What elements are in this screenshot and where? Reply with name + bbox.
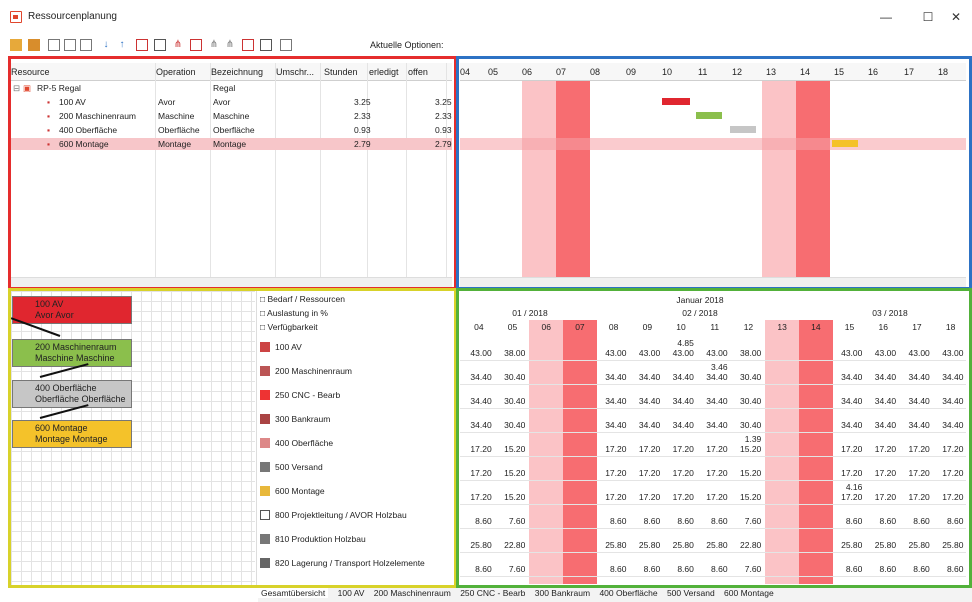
current-options-label: Aktuelle Optionen: bbox=[370, 40, 444, 50]
schedule-icon[interactable] bbox=[190, 39, 202, 51]
open-folder-icon[interactable] bbox=[10, 39, 22, 51]
toolbar: ↓ ↑ ⋔ ⋔ ⋔ Aktuelle Optionen: bbox=[0, 34, 972, 56]
calendar-frame bbox=[456, 288, 972, 588]
split-icon[interactable]: ⋔ bbox=[208, 39, 220, 51]
network-frame bbox=[8, 288, 457, 588]
gantt-frame bbox=[456, 56, 972, 290]
app-window: Ressourcenplanung — ☐ ✕ ↓ ↑ ⋔ ⋔ ⋔ Aktuel… bbox=[0, 0, 972, 602]
tab-400-oberflaeche[interactable]: 400 Oberfläche bbox=[599, 588, 657, 598]
calendar-icon[interactable] bbox=[260, 39, 272, 51]
folder-icon[interactable] bbox=[28, 39, 40, 51]
planning-icon[interactable] bbox=[242, 39, 254, 51]
tab-600-montage[interactable]: 600 Montage bbox=[724, 588, 774, 598]
tab-300-bankraum[interactable]: 300 Bankraum bbox=[535, 588, 590, 598]
link-icon[interactable]: ⋔ bbox=[172, 39, 184, 51]
print-icon[interactable] bbox=[154, 39, 166, 51]
title-bar: Ressourcenplanung — ☐ ✕ bbox=[0, 0, 972, 34]
paste-document-icon[interactable] bbox=[80, 39, 92, 51]
tab-bar: Gesamtübersicht 100 AV 200 Maschinenraum… bbox=[258, 588, 972, 602]
copy-document-icon[interactable] bbox=[64, 39, 76, 51]
tab-500-versand[interactable]: 500 Versand bbox=[667, 588, 715, 598]
tree-frame bbox=[8, 56, 457, 290]
arrow-down-icon[interactable]: ↓ bbox=[100, 39, 112, 51]
clipboard-icon[interactable] bbox=[280, 39, 292, 51]
tab-250-cnc[interactable]: 250 CNC - Bearb bbox=[460, 588, 525, 598]
close-button[interactable]: ✕ bbox=[946, 8, 966, 26]
app-icon bbox=[10, 11, 22, 23]
new-document-icon[interactable] bbox=[48, 39, 60, 51]
export-icon[interactable] bbox=[136, 39, 148, 51]
window-title: Ressourcenplanung bbox=[28, 11, 117, 22]
tab-100-av[interactable]: 100 AV bbox=[338, 588, 365, 598]
arrow-up-icon[interactable]: ↑ bbox=[116, 39, 128, 51]
maximize-button[interactable]: ☐ bbox=[918, 8, 938, 26]
merge-icon[interactable]: ⋔ bbox=[224, 39, 236, 51]
tab-200-maschinenraum[interactable]: 200 Maschinenraum bbox=[374, 588, 451, 598]
tab-gesamtuebersicht[interactable]: Gesamtübersicht bbox=[258, 588, 329, 598]
minimize-button[interactable]: — bbox=[876, 8, 896, 26]
